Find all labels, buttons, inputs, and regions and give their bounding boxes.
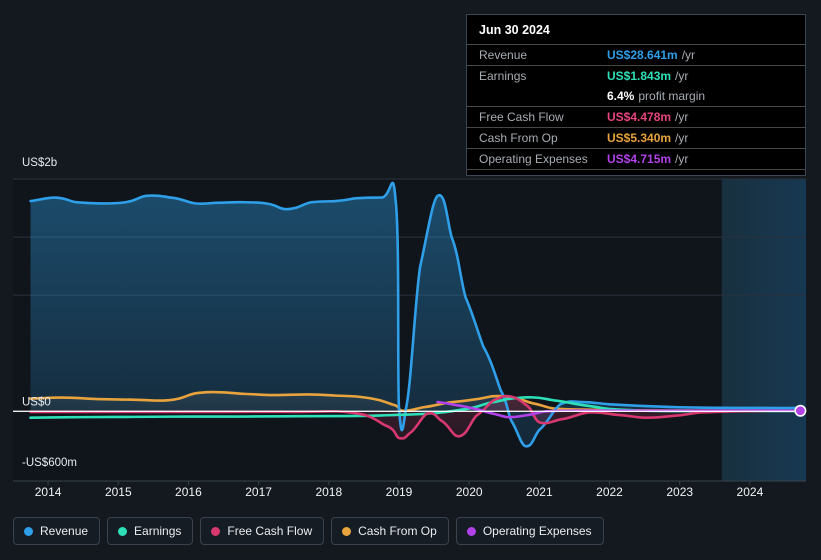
tooltip-row: Cash From Op US$5.340m/yr xyxy=(467,127,805,148)
tooltip-metric-unit: /yr xyxy=(675,110,689,124)
chart-tooltip: Jun 30 2024 Revenue US$28.641m/yr Earnings… xyxy=(466,14,806,176)
end-point-marker xyxy=(794,404,807,417)
tooltip-row: Revenue US$28.641m/yr xyxy=(467,44,805,65)
x-axis-tick-label: 2015 xyxy=(105,485,132,499)
x-axis-tick-label: 2018 xyxy=(315,485,342,499)
tooltip-date: Jun 30 2024 xyxy=(479,23,550,37)
tooltip-metric-unit: /yr xyxy=(675,131,689,145)
legend-item-cash-from-op[interactable]: Cash From Op xyxy=(331,517,449,545)
forecast-region-background xyxy=(721,179,806,481)
legend-item-earnings[interactable]: Earnings xyxy=(107,517,194,545)
tooltip-metric-unit: /yr xyxy=(675,69,689,83)
y-axis-tick-label: US$0 xyxy=(22,396,51,408)
x-axis-tick-label: 2021 xyxy=(526,485,553,499)
legend-item-free-cash-flow[interactable]: Free Cash Flow xyxy=(200,517,325,545)
tooltip-metric-name: Earnings xyxy=(479,69,527,83)
legend-color-dot-icon xyxy=(211,526,221,536)
x-axis-tick-label: 2023 xyxy=(666,485,693,499)
y-axis-tick-label: US$2b xyxy=(22,157,57,169)
chart-legend[interactable]: Revenue Earnings Free Cash Flow Cash From O… xyxy=(13,517,604,545)
tooltip-row: Earnings US$1.843m/yr xyxy=(467,65,805,86)
legend-item-label: Free Cash Flow xyxy=(227,524,313,538)
legend-color-dot-icon xyxy=(118,526,128,536)
tooltip-rows: Revenue US$28.641m/yr Earnings US$1.843m/yr… xyxy=(467,44,805,169)
legend-item-label: Cash From Op xyxy=(358,524,437,538)
tooltip-metric-unit: profit margin xyxy=(638,89,706,103)
legend-color-dot-icon xyxy=(342,526,352,536)
x-axis-tick-label: 2020 xyxy=(456,485,483,499)
tooltip-row: 6.4% profit margin xyxy=(467,86,805,106)
tooltip-metric-value: US$28.641m xyxy=(607,48,678,62)
tooltip-metric-value: 6.4% xyxy=(607,89,635,103)
tooltip-metric-value: US$4.715m xyxy=(607,152,672,166)
x-axis-tick-label: 2014 xyxy=(35,485,62,499)
tooltip-row: Free Cash Flow US$4.478m/yr xyxy=(467,106,805,127)
tooltip-metric-unit: /yr xyxy=(681,48,696,62)
x-axis-tick-label: 2024 xyxy=(737,485,764,499)
x-axis-labels: 2014 2015 2016 2017 2018 2019 2020 2021 2022 2023… xyxy=(35,485,764,499)
x-axis-tick-label: 2016 xyxy=(175,485,202,499)
tooltip-metric-name: Revenue xyxy=(479,48,528,62)
legend-item-label: Revenue xyxy=(40,524,89,538)
legend-item-operating-expenses[interactable]: Operating Expenses xyxy=(455,517,604,545)
y-axis-tick-label: -US$600m xyxy=(22,457,77,469)
tooltip-metric-value: US$1.843m xyxy=(607,69,672,83)
legend-color-dot-icon xyxy=(466,526,476,536)
chart-page: US$2b US$0 -US$600m 2014 2015 2016 2017 2018 201… xyxy=(0,0,821,560)
tooltip-metric-name: Free Cash Flow xyxy=(479,110,564,124)
x-axis-tick-label: 2019 xyxy=(386,485,413,499)
legend-item-revenue[interactable]: Revenue xyxy=(13,517,101,545)
tooltip-bottom-rule xyxy=(467,169,805,172)
tooltip-row: Operating Expenses US$4.715m/yr xyxy=(467,148,805,169)
legend-color-dot-icon xyxy=(24,526,33,536)
tooltip-metric-name: Cash From Op xyxy=(479,131,558,145)
x-axis-tick-label: 2022 xyxy=(596,485,623,499)
legend-item-label: Earnings xyxy=(134,524,182,538)
tooltip-metric-value: US$5.340m xyxy=(607,131,672,145)
tooltip-metric-value: US$4.478m xyxy=(607,110,672,124)
legend-item-label: Operating Expenses xyxy=(482,524,592,538)
x-axis-ticks xyxy=(47,481,751,485)
tooltip-metric-name: Operating Expenses xyxy=(479,152,588,166)
tooltip-metric-unit: /yr xyxy=(675,152,689,166)
x-axis-tick-label: 2017 xyxy=(245,485,272,499)
